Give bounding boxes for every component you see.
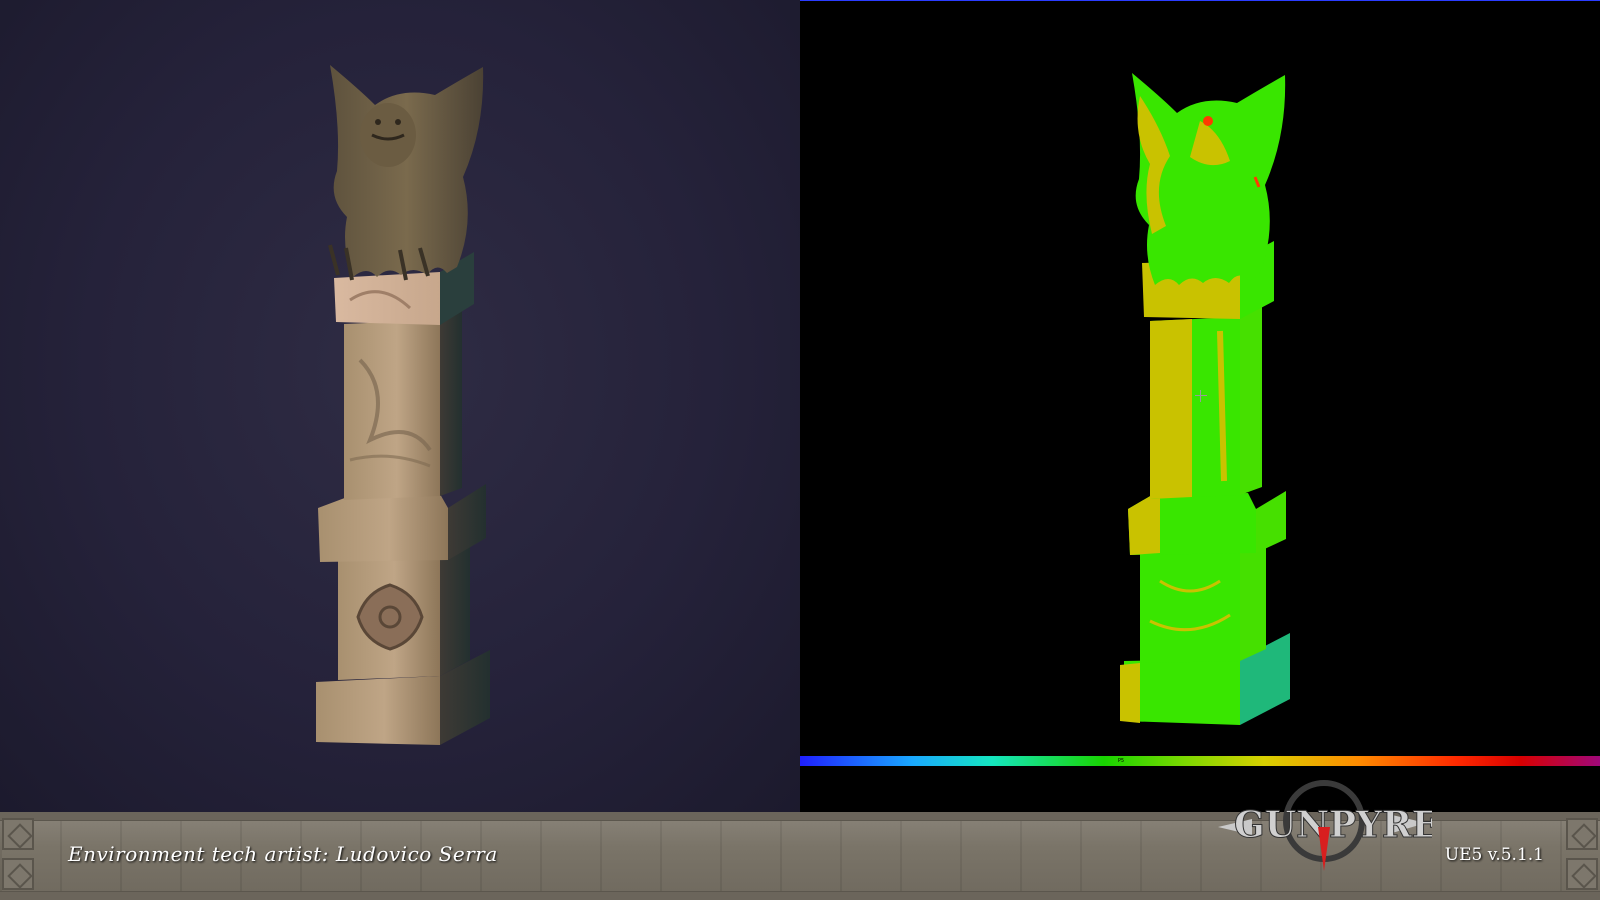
engine-version-text: UE5 v.5.1.1 [1444,845,1544,865]
rune-icon [2,858,34,890]
crosshair-icon [1195,390,1207,402]
spectrum-marker: P5 [1118,758,1125,764]
footer-bottom-band [0,891,1600,900]
rune-icon [2,818,34,850]
rune-icon [1566,858,1598,890]
gargoyle-pillar-render [316,65,490,745]
complexity-spectrum-bar: P5 [800,756,1600,766]
gargoyle-pillar-heatmap [1120,73,1290,725]
credit-text: Environment tech artist: Ludovico Serra [68,842,498,866]
shader-complexity-viewport[interactable]: P5 [800,0,1600,813]
logo-text: GUNPYRE [1234,804,1432,846]
lit-render-viewport[interactable] [0,0,800,812]
rune-icon [1566,818,1598,850]
gunpyre-logo: GUNPYRE [1218,780,1432,871]
